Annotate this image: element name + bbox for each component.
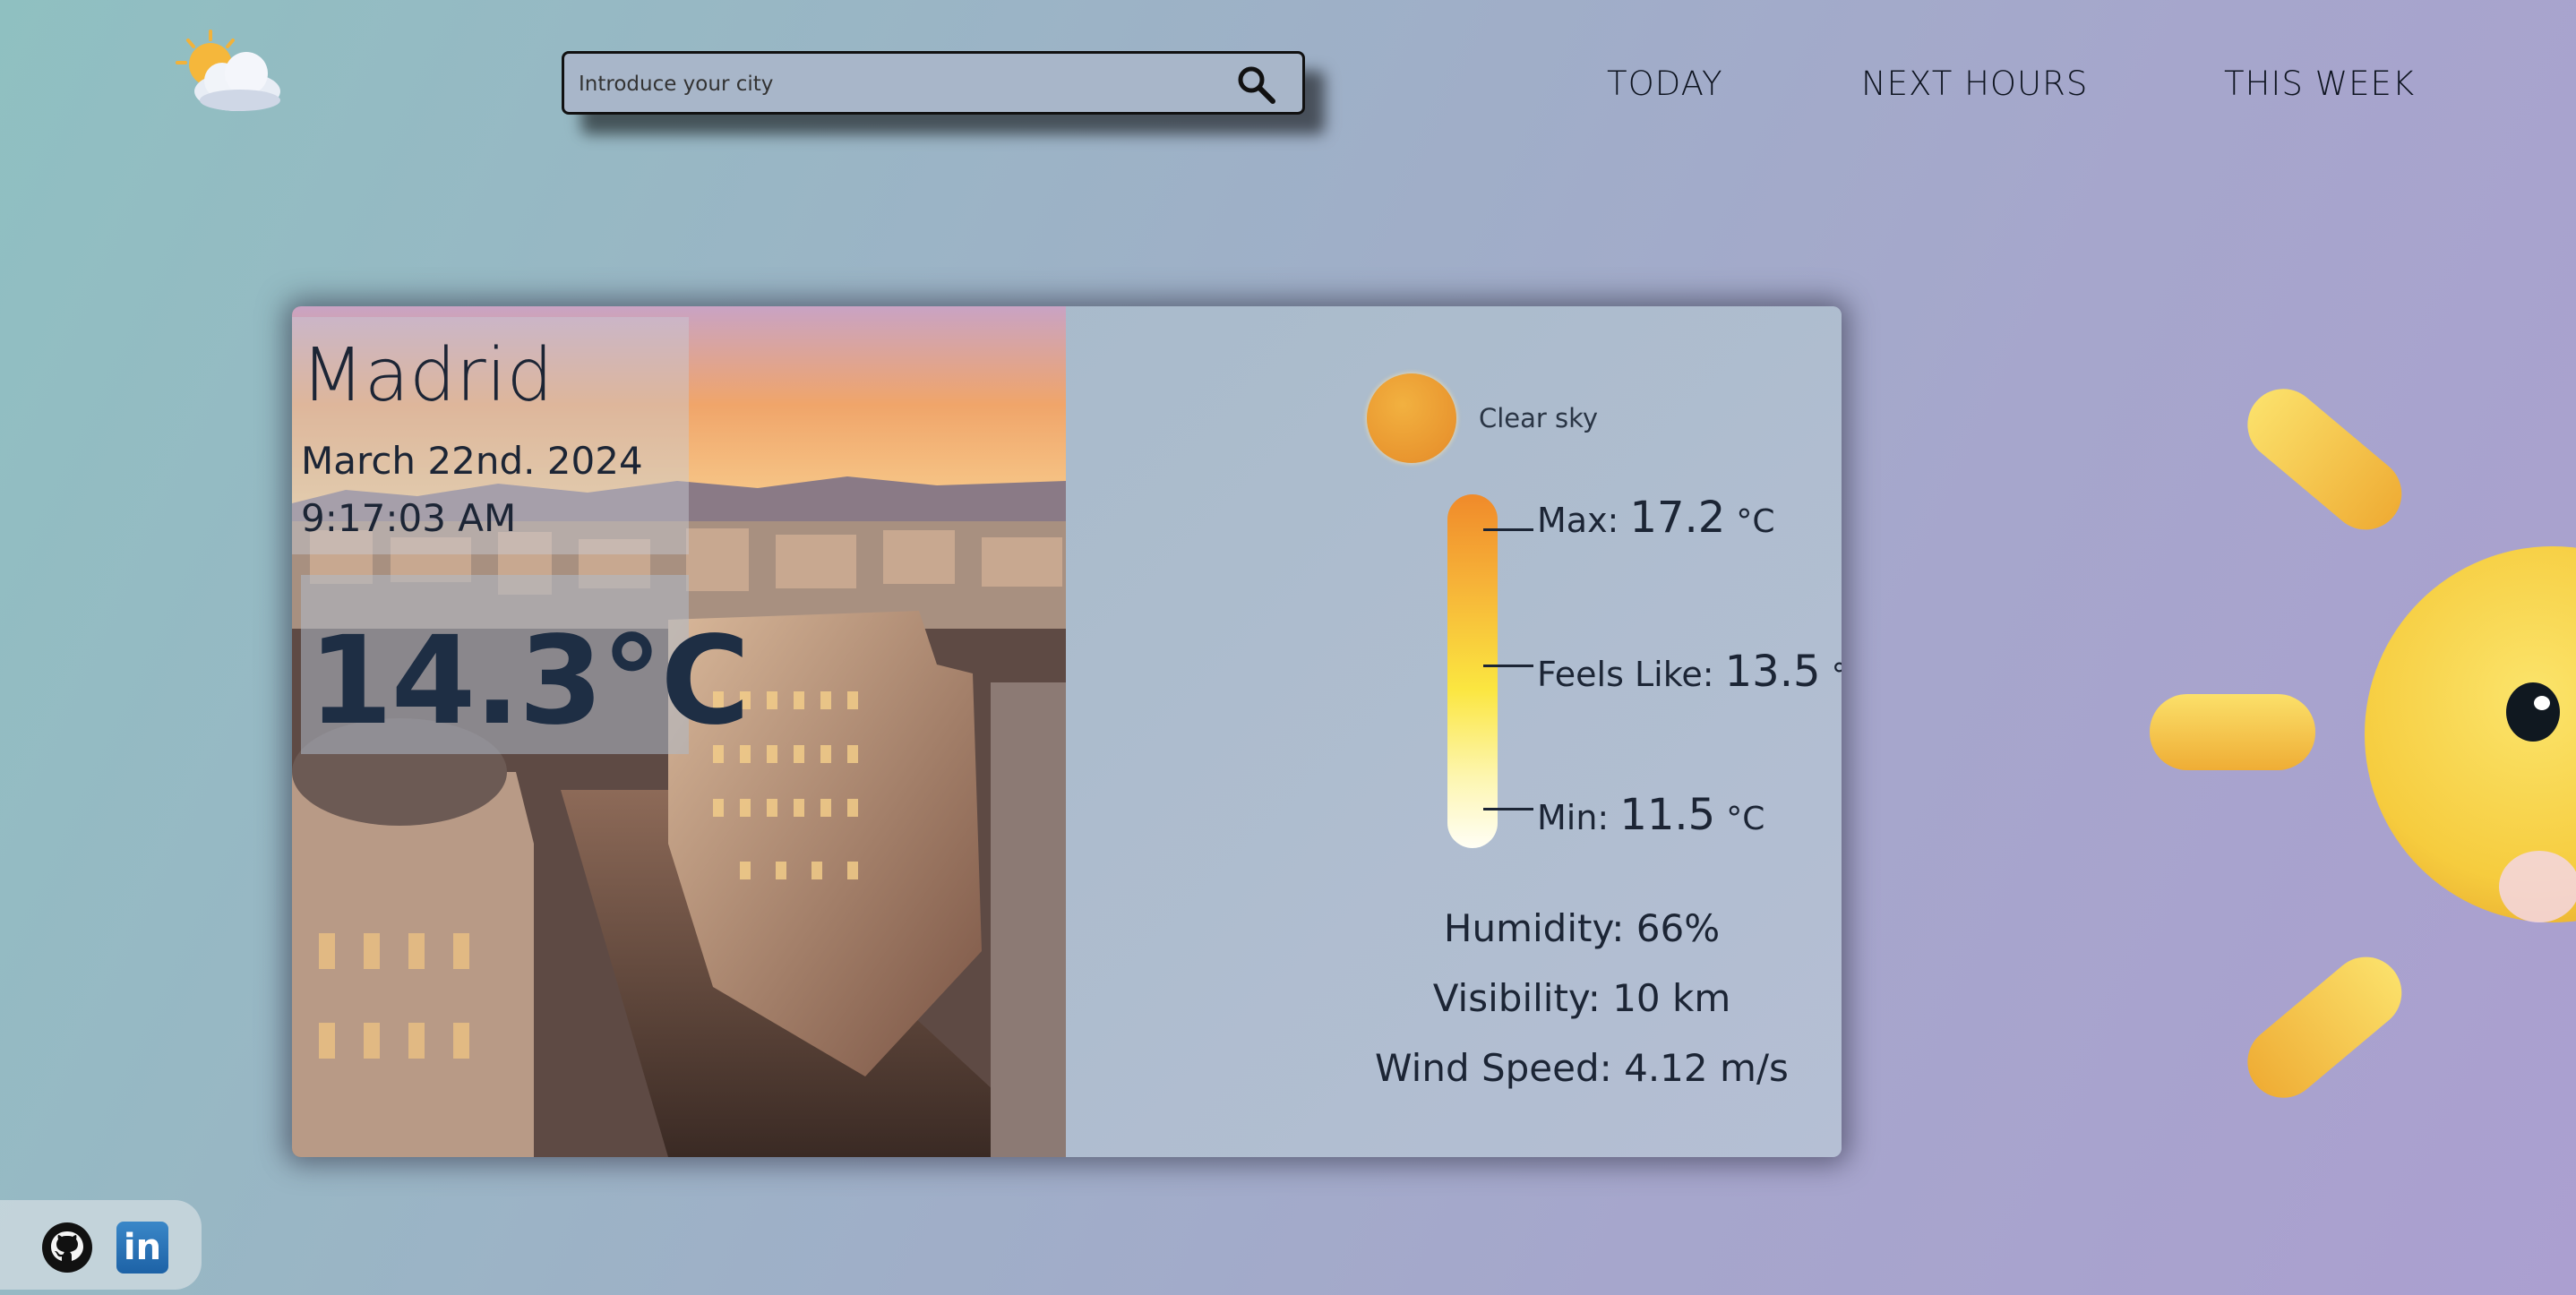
search-bar <box>562 51 1305 115</box>
feels-tick <box>1483 665 1533 667</box>
wind-speed: Wind Speed: 4.12 m/s <box>1375 1046 1789 1090</box>
visibility: Visibility: 10 km <box>1432 976 1731 1020</box>
nav-this-week[interactable]: THIS WEEK <box>2224 64 2415 103</box>
linkedin-icon[interactable]: in <box>116 1222 168 1274</box>
search-input[interactable] <box>577 54 1225 114</box>
min-temperature: Min: 11.5 °C <box>1537 790 1765 840</box>
sun-mascot-icon <box>2150 389 2576 1098</box>
weather-card: Madrid March 22nd. 2024 9:17:03 AM 14.3°… <box>292 306 1842 1157</box>
feels-like-temperature: Feels Like: 13.5 °C <box>1537 647 1842 697</box>
humidity: Humidity: 66% <box>1443 906 1721 950</box>
city-name: Madrid <box>301 333 554 418</box>
min-tick <box>1483 808 1533 810</box>
current-date: March 22nd. 2024 <box>301 439 643 483</box>
social-links: in <box>0 1200 202 1290</box>
sun-icon <box>1367 373 1456 463</box>
weather-condition: Clear sky <box>1479 403 1599 433</box>
max-temperature: Max: 17.2 °C <box>1537 493 1775 543</box>
current-temperature: 14.3°C <box>308 611 750 752</box>
github-icon[interactable] <box>40 1221 94 1274</box>
current-time: 9:17:03 AM <box>301 496 517 540</box>
thermometer <box>1447 494 1498 848</box>
nav-next-hours[interactable]: NEXT HOURS <box>1861 64 2088 103</box>
nav-today[interactable]: TODAY <box>1607 64 1723 103</box>
search-icon[interactable] <box>1236 64 1275 104</box>
weather-logo-icon <box>176 30 280 111</box>
max-tick <box>1483 528 1533 531</box>
